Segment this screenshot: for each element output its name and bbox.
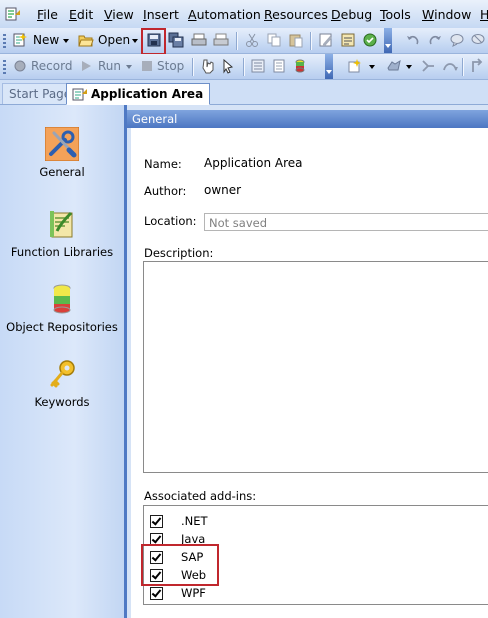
sidebar: General Function Libraries Object Reposi… — [0, 105, 127, 618]
menu-automation[interactable]: Automation — [188, 7, 261, 22]
sidebar-item-general-label: General — [39, 165, 85, 179]
new-step-icon[interactable] — [386, 58, 402, 74]
save-highlight-box — [141, 28, 166, 55]
key-icon — [50, 360, 75, 388]
addin-label-wpf: WPF — [181, 586, 206, 600]
document-tab-strip: Start Page Application Area — [0, 80, 488, 105]
open-button[interactable]: Open — [98, 33, 130, 47]
new-icon[interactable] — [12, 32, 28, 48]
print-icon[interactable] — [213, 32, 229, 48]
menu-edit[interactable]: Edit — [69, 7, 93, 22]
toolbar-separator — [462, 58, 464, 76]
addin-checkbox-dotnet[interactable] — [150, 515, 163, 528]
output-value-icon[interactable] — [271, 58, 287, 74]
menu-debug[interactable]: Debug — [331, 7, 372, 22]
author-label: Author: — [144, 184, 187, 198]
sap-web-highlight-box — [141, 544, 219, 586]
uncomment-icon[interactable] — [470, 32, 486, 48]
addin-label-dotnet: .NET — [181, 514, 208, 528]
name-value: Application Area — [204, 156, 303, 170]
tools-icon — [45, 127, 79, 161]
undo-icon[interactable] — [405, 32, 421, 48]
comment-icon[interactable] — [449, 32, 465, 48]
toolbar-separator — [310, 32, 312, 50]
record-icon[interactable] — [13, 59, 27, 73]
paste-icon[interactable] — [288, 32, 304, 48]
check-syntax-icon[interactable] — [362, 32, 378, 48]
addin-checkbox-wpf[interactable] — [150, 587, 163, 600]
menu-file[interactable]: File — [37, 7, 58, 22]
open-icon[interactable] — [78, 32, 94, 48]
location-label: Location: — [144, 214, 197, 228]
author-value: owner — [204, 183, 242, 197]
standard-toolbar: New Open — [0, 28, 488, 55]
sidebar-item-object-repositories-label: Object Repositories — [6, 320, 118, 334]
print-preview-icon[interactable] — [191, 32, 207, 48]
insert-step-icon[interactable] — [347, 58, 363, 74]
pointer-icon[interactable] — [221, 58, 237, 74]
sidebar-item-function-libraries[interactable]: Function Libraries — [0, 207, 124, 259]
menu-resources[interactable]: Resources — [264, 7, 328, 22]
toolbar-grip[interactable] — [3, 34, 6, 48]
new-dropdown-icon[interactable] — [63, 39, 69, 43]
run-button[interactable]: Run — [98, 59, 121, 73]
edit-icon[interactable] — [318, 32, 334, 48]
sidebar-item-object-repositories[interactable]: Object Repositories — [0, 282, 124, 334]
new-step-dropdown-icon[interactable] — [406, 65, 412, 69]
toolbar-separator — [243, 58, 245, 76]
toolbar-separator — [192, 58, 194, 76]
sidebar-item-keywords[interactable]: Keywords — [0, 357, 124, 409]
description-label: Description: — [144, 246, 214, 260]
panel-header: General — [127, 110, 488, 128]
menu-window[interactable]: Window — [422, 7, 471, 22]
toolbar-separator — [236, 32, 238, 50]
location-field[interactable]: Not saved — [204, 213, 488, 231]
run-dropdown-icon[interactable] — [126, 65, 132, 69]
record-button[interactable]: Record — [31, 59, 72, 73]
checkpoint-icon[interactable] — [250, 58, 266, 74]
stop-icon[interactable] — [141, 60, 153, 72]
step-over-icon[interactable] — [442, 58, 458, 74]
toolbar-grip[interactable] — [3, 60, 6, 74]
menu-help[interactable]: H — [480, 7, 488, 22]
application-area-icon — [72, 88, 87, 101]
save-all-icon[interactable] — [168, 32, 184, 48]
description-textarea[interactable] — [143, 261, 488, 473]
insert-step-dropdown-icon[interactable] — [369, 65, 375, 69]
sidebar-item-general[interactable]: General — [0, 127, 124, 179]
automation-toolbar: Record Run Stop — [0, 54, 488, 80]
sidebar-item-function-libraries-label: Function Libraries — [10, 245, 114, 259]
cut-icon[interactable] — [244, 32, 260, 48]
properties-icon[interactable] — [340, 32, 356, 48]
toolbar-overflow-icon[interactable] — [384, 28, 392, 53]
app-icon[interactable] — [4, 5, 22, 23]
menu-tools[interactable]: Tools — [380, 7, 411, 22]
sidebar-item-keywords-label: Keywords — [34, 395, 90, 409]
copy-icon[interactable] — [266, 32, 282, 48]
run-icon[interactable] — [79, 59, 93, 73]
menu-insert[interactable]: Insert — [143, 7, 179, 22]
step-into-icon[interactable] — [420, 58, 436, 74]
addins-label: Associated add-ins: — [144, 489, 257, 503]
new-button[interactable]: New — [33, 33, 59, 47]
function-library-icon — [50, 211, 73, 238]
menu-bar: File Edit View Insert Automation Resourc… — [0, 0, 488, 29]
step-out-icon[interactable] — [469, 58, 485, 74]
tab-start-page-label: Start Page — [9, 87, 72, 101]
menu-view[interactable]: View — [104, 7, 134, 22]
object-spy-icon[interactable] — [200, 58, 216, 74]
toolbar-overflow-icon[interactable] — [325, 54, 333, 79]
tab-application-area-label: Application Area — [91, 87, 204, 101]
tab-application-area[interactable]: Application Area — [66, 83, 211, 105]
name-label: Name: — [144, 157, 182, 171]
open-dropdown-icon[interactable] — [132, 39, 138, 43]
stop-button[interactable]: Stop — [157, 59, 184, 73]
object-repository-icon — [53, 284, 71, 314]
database-icon[interactable] — [292, 58, 308, 74]
redo-icon[interactable] — [427, 32, 443, 48]
